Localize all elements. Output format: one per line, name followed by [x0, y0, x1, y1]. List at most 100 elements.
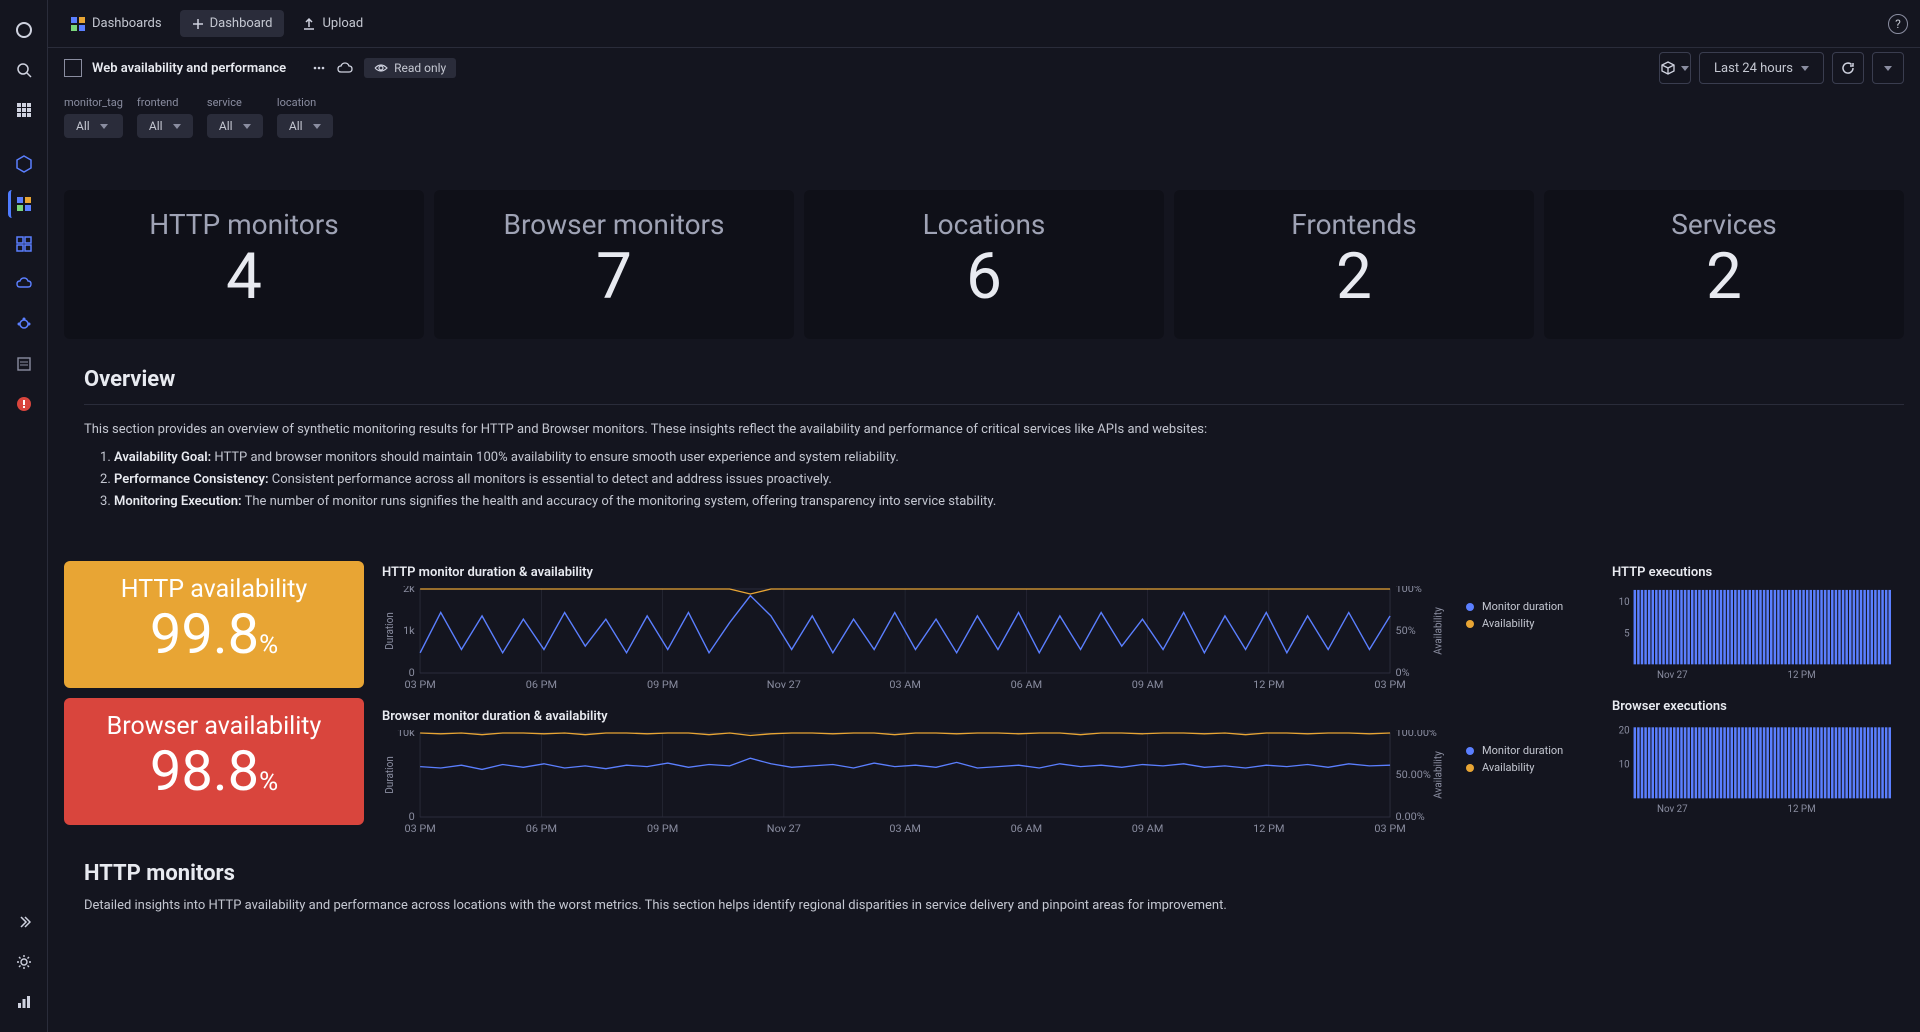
page-title: Web availability and performance [92, 61, 286, 76]
chart-svg[interactable]: 2010Nov 2712 PM [1612, 720, 1896, 815]
svg-text:12 PM: 12 PM [1788, 804, 1816, 815]
kpi-value: 2 [1194, 245, 1514, 309]
breadcrumb-dashboards[interactable]: Dashboards [60, 10, 172, 38]
kpi-http-monitors: HTTP monitors 4 [64, 190, 424, 339]
filter-frontend: frontend All [137, 96, 193, 138]
section-heading: HTTP monitors [84, 861, 1904, 886]
new-dashboard-button[interactable]: Dashboard [180, 10, 285, 37]
settings-icon[interactable] [10, 948, 38, 976]
expand-icon[interactable] [10, 908, 38, 936]
refresh-button[interactable] [1832, 52, 1864, 84]
filter-label: frontend [137, 96, 193, 109]
kpi-value: 2 [1564, 245, 1884, 309]
svg-text:09 PM: 09 PM [647, 823, 678, 835]
upload-label: Upload [322, 16, 363, 31]
kpi-title: Frontends [1194, 208, 1514, 241]
svg-text:09 AM: 09 AM [1132, 679, 1164, 691]
svg-text:06 PM: 06 PM [526, 823, 557, 835]
filter-select-frontend[interactable]: All [137, 114, 193, 138]
svg-text:06 PM: 06 PM [526, 679, 557, 691]
filter-select-service[interactable]: All [207, 114, 263, 138]
kpi-services: Services 2 [1544, 190, 1904, 339]
logs-icon[interactable] [10, 350, 38, 378]
more-icon[interactable] [312, 61, 326, 75]
svg-text:12 PM: 12 PM [1788, 670, 1816, 681]
chevron-down-icon [100, 124, 108, 129]
chart-svg[interactable]: 03 PM06 PM09 PMNov 2703 AM06 AM09 AM12 P… [382, 730, 1450, 835]
legend-dot-icon [1466, 603, 1474, 611]
svg-text:0: 0 [409, 811, 415, 823]
svg-text:09 PM: 09 PM [647, 679, 678, 691]
svg-text:03 PM: 03 PM [404, 679, 435, 691]
svg-text:Nov 27: Nov 27 [1657, 804, 1688, 815]
filter-select-monitor-tag[interactable]: All [64, 114, 123, 138]
overview-heading: Overview [84, 367, 1904, 392]
timeframe-selector[interactable]: Last 24 hours [1699, 52, 1824, 84]
svg-text:50.00%: 50.00% [1396, 769, 1432, 781]
logo-icon[interactable] [10, 16, 38, 44]
analytics-icon[interactable] [10, 988, 38, 1016]
refresh-dropdown[interactable] [1872, 52, 1904, 84]
filter-select-location[interactable]: All [277, 114, 333, 138]
help-icon[interactable]: ? [1888, 14, 1908, 34]
readonly-badge: Read only [364, 58, 456, 78]
search-icon[interactable] [10, 56, 38, 84]
svg-text:10k: 10k [397, 730, 415, 739]
svg-text:Duration: Duration [382, 756, 396, 794]
package-button[interactable] [1659, 52, 1691, 84]
automation-icon[interactable] [10, 310, 38, 338]
chart-title: Browser monitor duration & availability [382, 709, 1586, 724]
svg-text:20: 20 [1619, 726, 1630, 737]
svg-text:Availability: Availability [1431, 752, 1445, 800]
filter-label: service [207, 96, 263, 109]
apps-icon[interactable] [10, 96, 38, 124]
kpi-title: Locations [824, 208, 1144, 241]
filter-label: monitor_tag [64, 96, 123, 109]
upload-button[interactable]: Upload [292, 10, 373, 37]
svg-text:Nov 27: Nov 27 [1657, 670, 1688, 681]
filter-monitor-tag: monitor_tag All [64, 96, 123, 138]
chart-svg[interactable]: 03 PM06 PM09 PMNov 2703 AM06 AM09 AM12 P… [382, 586, 1450, 691]
svg-text:100.00%: 100.00% [1396, 730, 1438, 739]
overview-item: Performance Consistency: Consistent perf… [114, 469, 1904, 491]
svg-text:03 PM: 03 PM [404, 823, 435, 835]
browser-availability-tile: Browser availability 98.8% [64, 698, 364, 825]
grid-icon[interactable] [10, 230, 38, 258]
subheader: Web availability and performance Read on… [48, 48, 1920, 88]
svg-text:03 PM: 03 PM [1374, 679, 1405, 691]
filter-label: location [277, 96, 333, 109]
browser-executions-chart: Browser executions 2010Nov 2712 PM [1604, 695, 1904, 819]
http-monitors-section: HTTP monitors Detailed insights into HTT… [64, 861, 1904, 913]
http-availability-tile: HTTP availability 99.8% [64, 561, 364, 688]
main-content: HTTP monitors 4 Browser monitors 7 Locat… [48, 160, 1920, 929]
svg-text:03 AM: 03 AM [889, 679, 921, 691]
dashboards-icon[interactable] [8, 190, 36, 218]
kpi-value: 6 [824, 245, 1144, 309]
svg-text:100%: 100% [1396, 586, 1423, 595]
filter-bar: monitor_tag All frontend All service All… [48, 88, 1920, 154]
chart-svg[interactable]: 105Nov 2712 PM [1612, 586, 1896, 681]
chart-title: HTTP monitor duration & availability [382, 565, 1586, 580]
svg-text:06 AM: 06 AM [1011, 823, 1043, 835]
svg-text:06 AM: 06 AM [1011, 679, 1043, 691]
breadcrumb-label: Dashboards [92, 16, 162, 31]
kpi-row: HTTP monitors 4 Browser monitors 7 Locat… [64, 190, 1904, 339]
kpi-browser-monitors: Browser monitors 7 [434, 190, 794, 339]
readonly-label: Read only [394, 61, 446, 75]
chart-title: HTTP executions [1612, 565, 1896, 580]
legend-dot-icon [1466, 620, 1474, 628]
infrastructure-icon[interactable] [10, 150, 38, 178]
cloud-sync-icon[interactable] [336, 61, 354, 75]
kpi-value: 7 [454, 245, 774, 309]
alert-icon[interactable] [10, 390, 38, 418]
cloud-icon[interactable] [10, 270, 38, 298]
svg-text:5: 5 [1624, 629, 1630, 640]
dashboards-icon [70, 16, 86, 32]
tile-title: Browser availability [82, 712, 346, 741]
new-dashboard-label: Dashboard [210, 16, 273, 31]
legend-dot-icon [1466, 747, 1474, 755]
overview-item: Monitoring Execution: The number of moni… [114, 491, 1904, 513]
filter-location: location All [277, 96, 333, 138]
filter-service: service All [207, 96, 263, 138]
eye-icon [374, 63, 388, 73]
